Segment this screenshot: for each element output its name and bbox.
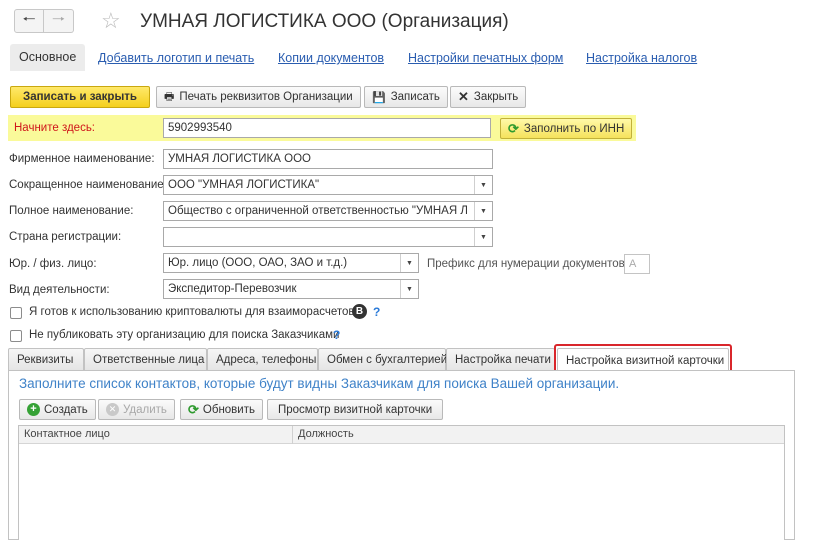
- chevron-down-icon[interactable]: ▼: [474, 176, 492, 194]
- arrow-right-icon: 🠒: [51, 10, 66, 28]
- country-field[interactable]: ▼: [163, 227, 493, 247]
- floppy-icon: 💾: [372, 91, 386, 104]
- delete-icon: ✕: [106, 403, 119, 416]
- hide-checkbox[interactable]: [10, 330, 22, 342]
- arrow-left-icon: 🠐: [22, 10, 36, 28]
- create-button[interactable]: + Создать: [19, 399, 96, 420]
- bitcoin-icon: B: [352, 304, 367, 319]
- star-icon[interactable]: ☆: [101, 8, 121, 34]
- delete-button[interactable]: ✕ Удалить: [98, 399, 175, 420]
- inn-input[interactable]: 5902993540: [163, 118, 491, 138]
- help-icon[interactable]: ?: [373, 305, 380, 319]
- nav-copies-link[interactable]: Копии документов: [278, 51, 384, 65]
- short-name-field[interactable]: ООО "УМНАЯ ЛОГИСТИКА" ▼: [163, 175, 493, 195]
- tab-print-settings[interactable]: Настройка печати: [446, 348, 555, 371]
- crypto-label: Я готов к использованию криптовалюты для…: [29, 306, 355, 318]
- column-divider: [292, 426, 293, 444]
- nav-taxes-link[interactable]: Настройка налогов: [586, 51, 697, 65]
- entity-select[interactable]: Юр. лицо (ООО, ОАО, ЗАО и т.д.) ▼: [163, 253, 419, 273]
- close-icon: ✕: [458, 89, 469, 104]
- print-details-button[interactable]: 🖶 Печать реквизитов Организации: [156, 86, 361, 108]
- back-button[interactable]: 🠐: [14, 9, 44, 33]
- tab-responsible[interactable]: Ответственные лица: [84, 348, 207, 371]
- table-header: [19, 426, 784, 444]
- prefix-label: Префикс для нумерации документов :: [427, 258, 632, 270]
- refresh-button[interactable]: ⟳ Обновить: [180, 399, 263, 420]
- tab-addresses[interactable]: Адреса, телефоны: [207, 348, 318, 371]
- hide-label: Не публиковать эту организацию для поиск…: [29, 329, 340, 341]
- printer-icon: 🖶: [164, 90, 175, 103]
- activity-label: Вид деятельности:: [9, 284, 110, 296]
- brand-name-label: Фирменное наименование:: [9, 153, 155, 165]
- save-button[interactable]: 💾 Записать: [364, 86, 448, 108]
- entity-label: Юр. / физ. лицо:: [9, 258, 97, 270]
- tab-requisites[interactable]: Реквизиты: [8, 348, 84, 371]
- page-title: УМНАЯ ЛОГИСТИКА ООО (Организация): [140, 11, 509, 32]
- country-label: Страна регистрации:: [9, 231, 122, 243]
- save-close-button[interactable]: Записать и закрыть: [10, 86, 150, 108]
- tab-accounting[interactable]: Обмен с бухгалтерией: [318, 348, 447, 371]
- forward-button[interactable]: 🠒: [44, 9, 74, 33]
- column-header-position[interactable]: Должность: [298, 428, 354, 440]
- crypto-checkbox[interactable]: [10, 307, 22, 319]
- refresh-icon: ⟳: [508, 120, 519, 136]
- activity-select[interactable]: Экспедитор-Перевозчик ▼: [163, 279, 419, 299]
- preview-card-button[interactable]: Просмотр визитной карточки: [267, 399, 444, 420]
- nav-logo-link[interactable]: Добавить логотип и печать: [98, 51, 254, 65]
- chevron-down-icon[interactable]: ▼: [400, 280, 418, 298]
- chevron-down-icon[interactable]: ▼: [474, 202, 492, 220]
- close-button[interactable]: ✕ Закрыть: [450, 86, 527, 108]
- fill-by-inn-button[interactable]: ⟳ Заполнить по ИНН: [500, 118, 633, 139]
- nav-main[interactable]: Основное: [10, 44, 86, 71]
- plus-icon: +: [27, 403, 40, 416]
- column-header-contact[interactable]: Контактное лицо: [24, 428, 110, 440]
- chevron-down-icon[interactable]: ▼: [400, 254, 418, 272]
- brand-name-field[interactable]: УМНАЯ ЛОГИСТИКА ООО: [163, 149, 493, 169]
- nav-print-settings-link[interactable]: Настройки печатных форм: [408, 51, 563, 65]
- refresh-icon: ⟳: [188, 401, 199, 417]
- full-name-field[interactable]: Общество с ограниченной ответственностью…: [163, 201, 493, 221]
- help-icon[interactable]: ?: [333, 328, 340, 342]
- full-name-label: Полное наименование:: [9, 205, 134, 217]
- search-label: Начните здесь:: [14, 122, 96, 134]
- short-name-label: Сокращенное наименование:: [9, 179, 167, 191]
- prefix-input[interactable]: A: [624, 254, 650, 274]
- chevron-down-icon[interactable]: ▼: [474, 228, 492, 246]
- panel-hint: Заполните список контактов, которые буду…: [19, 376, 620, 391]
